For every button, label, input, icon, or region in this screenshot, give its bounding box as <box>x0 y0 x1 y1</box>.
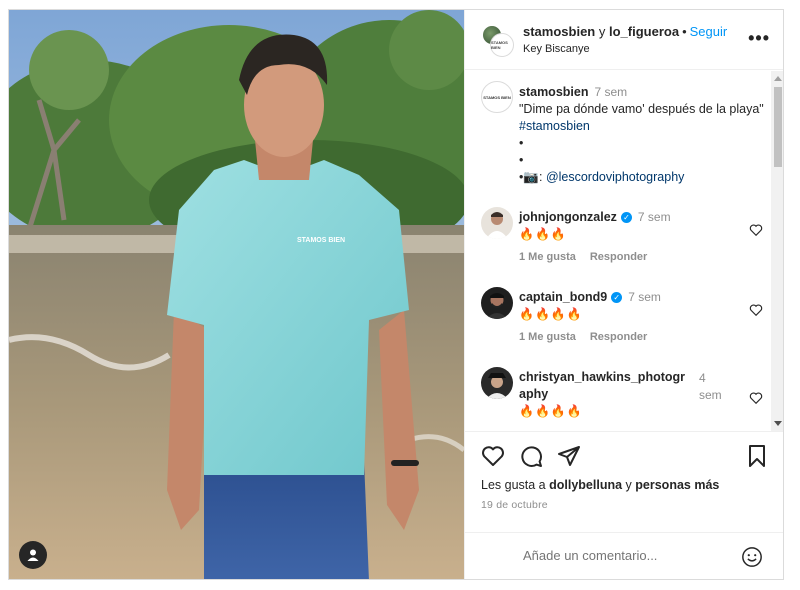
comment-text: 🔥🔥🔥🔥 <box>519 307 583 321</box>
instagram-post: STAMOS BIEN STAMOS BIEN stamosbien y lo_… <box>8 9 784 580</box>
author-conjunction: y <box>598 24 606 39</box>
comments-scrollbar[interactable] <box>771 71 783 431</box>
avatar-image <box>481 207 513 239</box>
likes-conjunction: y <box>625 478 632 492</box>
post-location[interactable]: Key Biscanye <box>523 43 590 55</box>
post-authors: stamosbien y lo_figueroa • Seguir <box>523 24 727 39</box>
scroll-up-arrow-icon[interactable] <box>774 76 782 81</box>
more-options-icon[interactable]: ••• <box>748 28 770 49</box>
comment-likes[interactable]: 1 Me gusta <box>519 331 576 343</box>
add-comment-input[interactable] <box>523 548 723 563</box>
comments-list[interactable]: STAMOS BIEN stamosbien 7 sem "Dime pa dón… <box>465 71 783 431</box>
comment-body: captain_bond9 ✓ 7 sem 🔥🔥🔥🔥 1 Me gusta Respo… <box>519 289 734 346</box>
verified-badge-icon: ✓ <box>620 212 632 224</box>
comment-username[interactable]: captain_bond9 <box>519 290 607 304</box>
scrollbar-thumb[interactable] <box>774 87 782 167</box>
comment-username-line: christyan_hawkins_photogr <box>519 370 686 384</box>
caption-hashtag[interactable]: #stamosbien <box>519 119 590 133</box>
comment-time[interactable]: 4 sem <box>699 370 729 404</box>
avatar: STAMOS BIEN <box>490 33 514 57</box>
caption-bullet: • <box>519 153 524 167</box>
caption-body: stamosbien 7 sem "Dime pa dónde vamo' des… <box>519 84 769 186</box>
separator-dot: • <box>682 24 687 39</box>
avatar[interactable] <box>481 367 513 399</box>
comment-time[interactable]: 7 sem <box>638 210 671 224</box>
person-icon <box>27 549 39 561</box>
scroll-down-arrow-icon[interactable] <box>774 421 782 426</box>
caption-text-block: "Dime pa dónde vamo' después de la playa… <box>519 101 769 135</box>
author-username[interactable]: stamosbien <box>523 24 595 39</box>
avatar[interactable]: STAMOS BIEN <box>481 81 513 113</box>
avatar-logo-text: STAMOS BIEN <box>491 40 508 50</box>
avatar-logo-text: STAMOS BIEN <box>483 94 511 100</box>
post-header: STAMOS BIEN stamosbien y lo_figueroa • Seg… <box>465 10 783 70</box>
reply-button[interactable]: Responder <box>590 331 647 343</box>
photographer-mention[interactable]: @lescordoviphotography <box>546 170 684 184</box>
add-comment-bar <box>465 532 783 579</box>
caption-username[interactable]: stamosbien <box>519 85 588 99</box>
caption-bullet: • <box>519 136 524 150</box>
caption-credit: •📷: @lescordoviphotography <box>519 169 769 186</box>
post-date[interactable]: 19 de octubre <box>481 499 548 511</box>
tagged-users-button[interactable] <box>19 541 47 569</box>
likes-prefix: Les gusta a <box>481 478 546 492</box>
reply-button[interactable]: Responder <box>590 251 647 263</box>
follow-button[interactable]: Seguir <box>690 24 728 39</box>
comment-time[interactable]: 7 sem <box>628 290 661 304</box>
post-side-panel: STAMOS BIEN stamosbien y lo_figueroa • Seg… <box>464 10 783 579</box>
comment-time-line: 4 <box>699 371 706 385</box>
comment-body: johnjongonzalez ✓ 7 sem 🔥🔥🔥 1 Me gusta Resp… <box>519 209 734 266</box>
comment-time-line: sem <box>699 388 722 402</box>
like-heart-icon[interactable] <box>481 444 505 468</box>
liker-username[interactable]: dollybelluna <box>549 478 622 492</box>
comment-username[interactable]: christyan_hawkins_photography <box>519 369 697 403</box>
emoji-smiley-icon[interactable] <box>741 546 763 568</box>
svg-text:STAMOS BIEN: STAMOS BIEN <box>297 237 345 244</box>
comment-username[interactable]: johnjongonzalez <box>519 210 617 224</box>
action-icons-row <box>481 444 771 470</box>
comment-likes[interactable]: 1 Me gusta <box>519 251 576 263</box>
avatar[interactable] <box>481 207 513 239</box>
like-comment-heart-icon[interactable] <box>749 223 763 237</box>
other-likers-link[interactable]: personas más <box>635 478 719 492</box>
mention-prefix: : <box>538 170 543 184</box>
beach-photo-illustration: STAMOS BIEN <box>9 10 464 579</box>
caption-text: "Dime pa dónde vamo' después de la playa… <box>519 102 764 116</box>
verified-badge-icon: ✓ <box>611 292 623 304</box>
camera-emoji: 📷 <box>523 170 539 184</box>
comment-text: 🔥🔥🔥 <box>519 227 567 241</box>
avatar[interactable] <box>481 287 513 319</box>
avatar-image <box>481 287 513 319</box>
comment-meta: 1 Me gusta Responder <box>519 249 734 266</box>
like-comment-heart-icon[interactable] <box>749 303 763 317</box>
comment-username-line: aphy <box>519 387 549 401</box>
like-comment-heart-icon[interactable] <box>749 391 763 405</box>
post-actions: Les gusta a dollybelluna y personas más … <box>465 431 783 579</box>
comment-meta: 1 Me gusta Responder <box>519 329 734 346</box>
post-photo[interactable]: STAMOS BIEN <box>9 10 464 579</box>
caption-time[interactable]: 7 sem <box>594 85 627 99</box>
collab-avatars[interactable]: STAMOS BIEN <box>481 24 514 57</box>
coauthor-username[interactable]: lo_figueroa <box>609 24 679 39</box>
share-paper-plane-icon[interactable] <box>557 444 581 468</box>
likes-summary: Les gusta a dollybelluna y personas más <box>481 478 719 492</box>
comment-bubble-icon[interactable] <box>519 444 543 468</box>
comment-text: 🔥🔥🔥🔥 <box>519 404 583 418</box>
avatar-image <box>481 367 513 399</box>
comment-body: christyan_hawkins_photography 🔥🔥🔥🔥 <box>519 369 697 420</box>
save-bookmark-icon[interactable] <box>745 444 769 468</box>
